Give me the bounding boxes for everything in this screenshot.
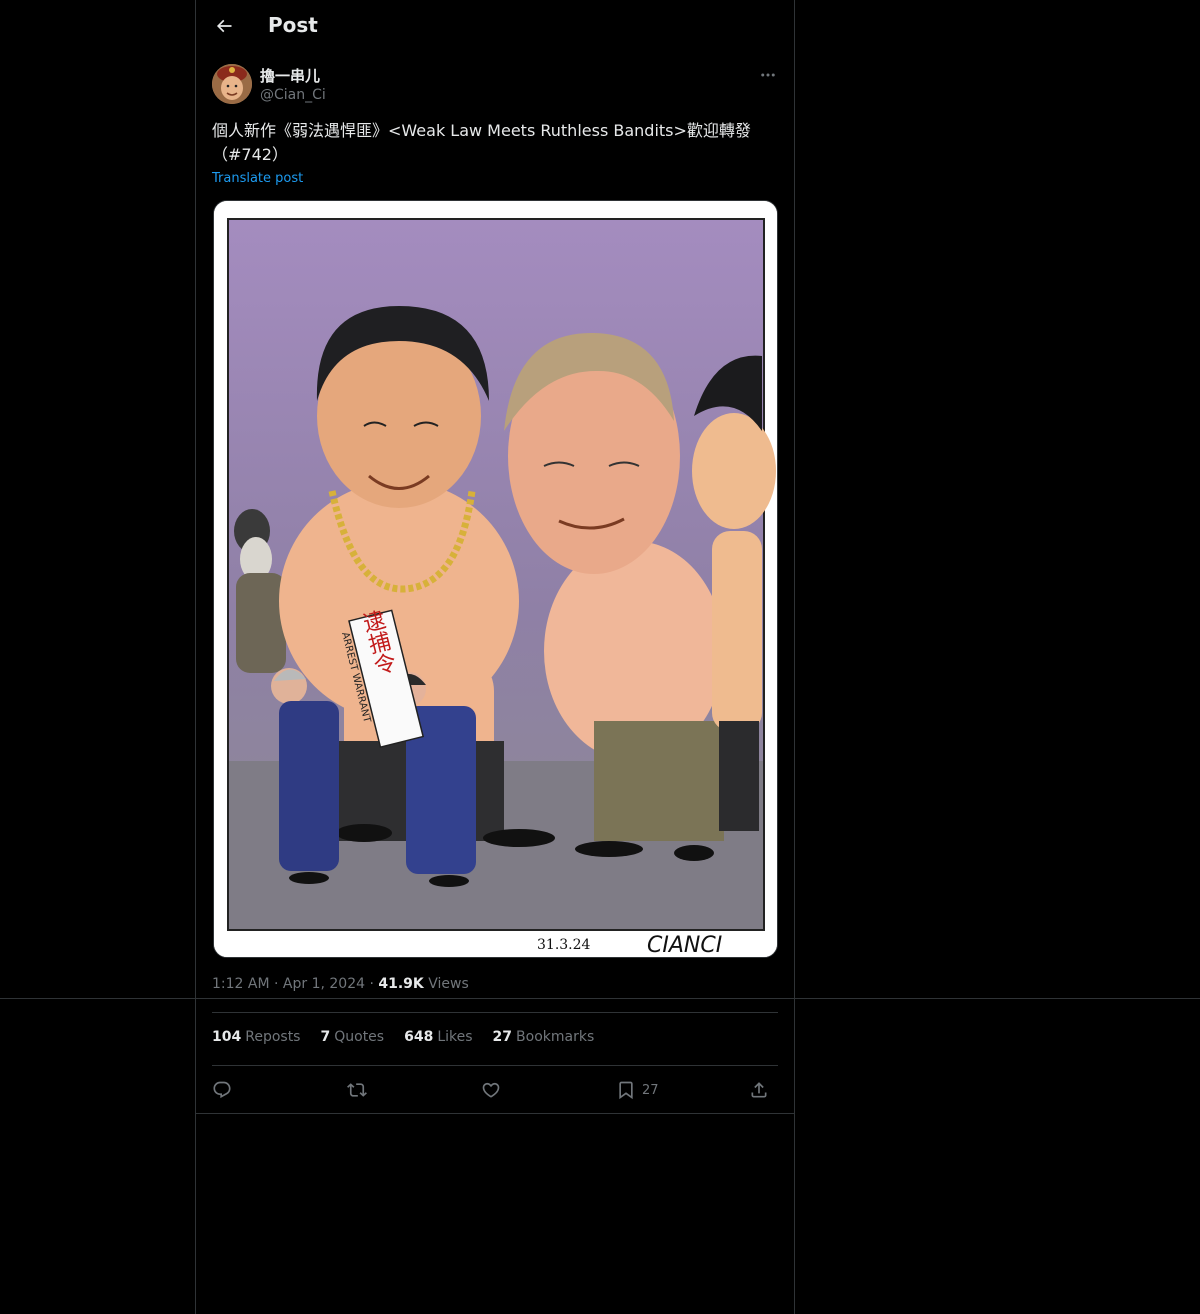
user-handle[interactable]: @Cian_Ci [260,87,326,103]
meta-dot: · [274,976,283,992]
reposts-stat[interactable]: 104 Reposts [212,1029,300,1045]
bookmarks-label: Bookmarks [516,1029,595,1045]
more-horizontal-icon [761,73,775,77]
share-icon [751,1082,767,1098]
likes-stat[interactable]: 648 Likes [404,1029,472,1045]
reply-icon [213,1081,231,1099]
views-label: Views [428,976,469,992]
arrow-left-icon [216,19,232,33]
quotes-label: Quotes [334,1029,385,1045]
bookmark-icon [619,1081,633,1100]
likes-count: 648 [404,1029,434,1045]
action-bar: 27 [212,1074,778,1106]
back-button[interactable] [210,12,238,40]
bookmarks-stat[interactable]: 27 Bookmarks [493,1029,595,1045]
bookmark-button[interactable]: 27 [616,1078,659,1102]
views-count: 41.9K [378,976,424,992]
engagement-stats: 104 Reposts 7 Quotes 648 Likes 27 Bookmarks [212,1029,594,1045]
display-name[interactable]: 擼一串儿 [260,65,320,86]
heart-icon [482,1082,500,1098]
post-meta: 1:12 AM · Apr 1, 2024 · 41.9K Views [212,976,469,992]
drawing-date: 31.3.24 [537,937,591,953]
divider [196,1113,794,1114]
quotes-stat[interactable]: 7 Quotes [320,1029,384,1045]
artist-signature: CIANCI [647,933,722,958]
post-text: 個人新作《弱法遇悍匪》<Weak Law Meets Ruthless Band… [212,121,751,164]
reply-button[interactable] [212,1078,232,1102]
top-bar: Post [196,0,794,53]
like-button[interactable] [481,1078,501,1102]
avatar[interactable] [212,64,252,104]
repost-button[interactable] [347,1078,367,1102]
translate-post-link[interactable]: Translate post [212,171,303,186]
more-options-button[interactable] [756,64,780,86]
divider [212,1012,778,1013]
bookmarks-count: 27 [492,1029,513,1045]
reposts-count: 104 [212,1029,242,1045]
bookmark-count: 27 [642,1082,659,1098]
quotes-count: 7 [320,1029,331,1045]
post-date[interactable]: Apr 1, 2024 [283,976,365,992]
main-column: Post 擼一串儿 @Cian_Ci 個人新作《弱法遇悍匪》<Weak Law … [195,0,795,1314]
share-button[interactable] [749,1078,769,1102]
divider [212,1065,778,1066]
repost-icon [347,1083,367,1097]
post-image[interactable]: 逮捕令 ARREST WARRANT 31.3.24 CIANCI [213,200,778,958]
likes-label: Likes [437,1029,473,1045]
avatar-portrait-icon [212,64,252,104]
page-title: Post [268,13,318,37]
reposts-label: Reposts [245,1029,301,1045]
cartoon-illustration: 逮捕令 ARREST WARRANT 31.3.24 CIANCI [214,201,777,958]
post-time[interactable]: 1:12 AM [212,976,270,992]
